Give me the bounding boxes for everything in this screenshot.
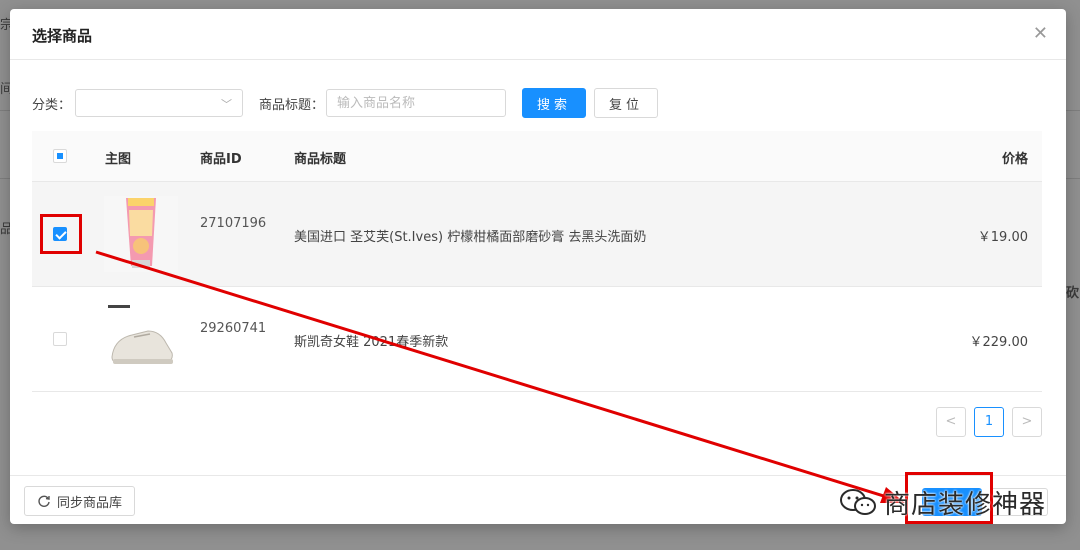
- product-price: ￥229.00: [969, 335, 1029, 350]
- column-header-title: 商品标题: [294, 152, 347, 167]
- sync-product-library-button[interactable]: 同步商品库: [24, 486, 136, 516]
- close-icon[interactable]: ✕: [1033, 23, 1048, 44]
- product-id: 27107196: [200, 216, 267, 231]
- search-button[interactable]: 搜索: [522, 88, 587, 118]
- table-row[interactable]: 29260741 斯凯奇女鞋 2021春季新款 ￥229.00: [32, 287, 1042, 392]
- category-select[interactable]: ﹀: [75, 89, 244, 117]
- chevron-down-icon: ﹀: [221, 98, 233, 111]
- wechat-icon: [840, 488, 876, 515]
- product-image-scrub-tube: [104, 196, 178, 272]
- sync-label: 同步商品库: [57, 495, 123, 511]
- filter-bar: 分类： ﹀ 商品标题： 搜索 复位: [32, 87, 659, 119]
- select-product-modal: 选择商品 ✕ 分类： ﹀ 商品标题： 搜索 复位 主图 商品ID 商品标题 价格: [10, 9, 1066, 524]
- title-label: 商品标题：: [259, 97, 325, 113]
- product-table: 主图 商品ID 商品标题 价格 27107196 美国进口 圣艾芙(St.Ive…: [32, 131, 1042, 392]
- column-header-image: 主图: [105, 152, 132, 167]
- next-page-button[interactable]: >: [1012, 407, 1042, 437]
- prev-page-button[interactable]: <: [936, 407, 966, 437]
- watermark: 商店装修神器: [838, 484, 1046, 521]
- product-title: 斯凯奇女鞋 2021春季新款: [294, 335, 449, 350]
- pagination: < 1 >: [936, 407, 1042, 437]
- watermark-text: 商店装修神器: [884, 490, 1047, 520]
- product-price: ￥19.00: [977, 230, 1028, 245]
- product-image-sneaker: [104, 301, 178, 377]
- column-header-price: 价格: [1001, 152, 1028, 167]
- product-title: 美国进口 圣艾芙(St.Ives) 柠檬柑橘面部磨砂膏 去黑头洗面奶: [294, 230, 647, 245]
- highlight-box-checkbox: [40, 214, 82, 254]
- table-header: 主图 商品ID 商品标题 价格: [32, 131, 1042, 182]
- title-search-input[interactable]: [326, 89, 507, 117]
- page-number-button[interactable]: 1: [974, 407, 1004, 437]
- select-all-checkbox[interactable]: [53, 149, 67, 163]
- category-label: 分类：: [32, 97, 72, 113]
- modal-title: 选择商品: [32, 27, 93, 45]
- product-id: 29260741: [200, 321, 267, 336]
- background-text: 砍: [1066, 286, 1080, 301]
- refresh-icon: [38, 495, 50, 507]
- column-header-id: 商品ID: [200, 152, 242, 167]
- reset-button[interactable]: 复位: [594, 88, 659, 118]
- modal-header: 选择商品 ✕: [10, 9, 1066, 60]
- row-checkbox[interactable]: [53, 332, 67, 346]
- table-row[interactable]: 27107196 美国进口 圣艾芙(St.Ives) 柠檬柑橘面部磨砂膏 去黑头…: [32, 182, 1042, 287]
